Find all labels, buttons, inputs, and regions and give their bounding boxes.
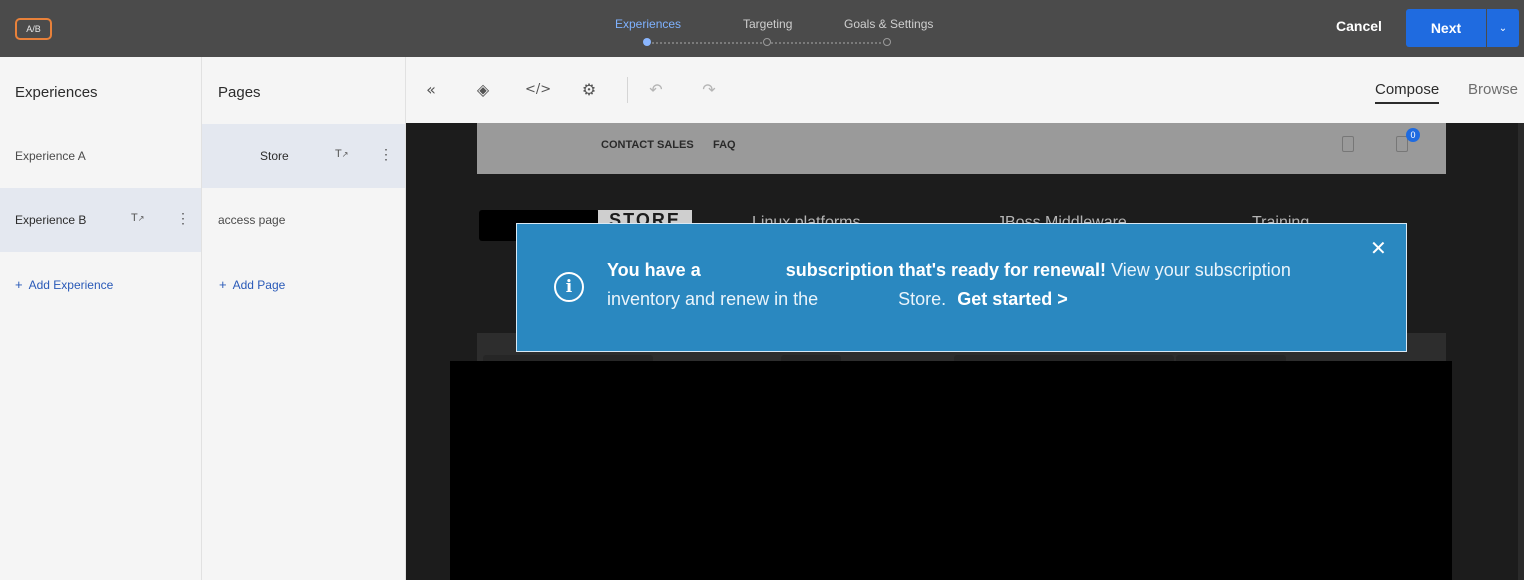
add-experience-label: Add Experience	[28, 278, 114, 292]
more-options-icon[interactable]: ⋮	[379, 146, 393, 163]
banner-line-2: inventory and renew in the Store. Get sta…	[607, 289, 1068, 310]
step-dot	[883, 38, 891, 46]
plus-icon: +	[15, 277, 23, 292]
banner-text: View your subscription	[1111, 260, 1291, 280]
banner-bold-text: subscription that's ready for renewal!	[785, 260, 1107, 280]
code-icon[interactable]: </>	[525, 79, 551, 101]
step-goals-settings[interactable]: Goals & Settings	[844, 17, 933, 31]
tab-browse[interactable]: Browse	[1468, 81, 1518, 98]
next-dropdown-button[interactable]: ⌄	[1487, 9, 1519, 47]
close-icon[interactable]: ✕	[1370, 236, 1387, 260]
step-targeting[interactable]: Targeting	[743, 17, 792, 31]
gear-icon[interactable]: ⚙	[578, 79, 600, 101]
tab-compose[interactable]: Compose	[1375, 81, 1440, 104]
document-icon[interactable]	[1342, 136, 1354, 152]
toolbar-divider	[627, 77, 628, 103]
chevron-down-icon: ⌄	[1498, 22, 1508, 34]
add-experience-link[interactable]: + Add Experience	[15, 277, 113, 292]
banner-text: inventory and renew in the	[607, 289, 819, 309]
step-dot-active	[643, 38, 651, 46]
experiences-panel: Experiences Experience A Experience B T↗…	[0, 57, 202, 580]
collapse-icon[interactable]: «	[420, 79, 442, 101]
add-page-link[interactable]: + Add Page	[219, 277, 285, 292]
cart-count-badge: 0	[1406, 128, 1420, 142]
page-preview-canvas[interactable]: CONTACT SALES FAQ 0 STORE Linux platform…	[406, 123, 1524, 580]
step-dot	[763, 38, 771, 46]
undo-icon[interactable]: ↶	[645, 79, 667, 101]
next-button[interactable]: Next	[1406, 9, 1486, 47]
plus-icon: +	[219, 277, 227, 292]
step-progress	[643, 38, 893, 48]
ab-test-badge: A/B	[15, 18, 52, 40]
more-options-icon[interactable]: ⋮	[176, 210, 190, 227]
experience-item-a[interactable]: Experience A	[0, 124, 201, 188]
layers-icon[interactable]: ◈	[472, 79, 494, 101]
rename-icon[interactable]: T↗	[335, 148, 348, 160]
top-bar: A/B Experiences Targeting Goals & Settin…	[0, 0, 1524, 57]
experience-label: Experience B	[15, 213, 87, 227]
pages-panel: Pages Store T↗ ⋮ access page + Add Page	[202, 57, 406, 580]
site-nav-faq[interactable]: FAQ	[713, 139, 736, 151]
site-nav-contact-sales[interactable]: CONTACT SALES	[601, 139, 694, 151]
page-label: Store	[260, 149, 289, 163]
banner-bold-text: You have a	[607, 260, 701, 280]
add-page-label: Add Page	[232, 278, 286, 292]
editor-toolbar: « ◈ </> ⚙ ↶ ↷ Compose Browse	[406, 57, 1524, 123]
experiences-title: Experiences	[15, 84, 98, 101]
page-label: access page	[218, 213, 286, 227]
pages-title: Pages	[218, 84, 261, 101]
banner-text: Store.	[898, 289, 947, 309]
experience-label: Experience A	[15, 149, 86, 163]
banner-line-1: You have a subscription that's ready for …	[607, 260, 1291, 281]
rename-icon[interactable]: T↗	[131, 212, 144, 224]
page-item-store[interactable]: Store T↗ ⋮	[202, 124, 405, 188]
progress-line	[771, 42, 881, 44]
step-experiences[interactable]: Experiences	[615, 17, 681, 31]
renewal-banner: i ✕ You have a subscription that's ready …	[516, 223, 1407, 352]
cancel-button[interactable]: Cancel	[1336, 18, 1382, 34]
page-item-access[interactable]: access page	[202, 188, 405, 252]
progress-line	[652, 42, 762, 44]
info-icon: i	[554, 272, 584, 302]
experience-item-b[interactable]: Experience B T↗ ⋮	[0, 188, 201, 252]
site-header: CONTACT SALES FAQ 0	[477, 123, 1446, 174]
get-started-link[interactable]: Get started >	[957, 289, 1068, 309]
redo-icon[interactable]: ↷	[698, 79, 720, 101]
redacted-content	[450, 361, 1452, 580]
canvas-scrollbar[interactable]	[1518, 123, 1524, 580]
